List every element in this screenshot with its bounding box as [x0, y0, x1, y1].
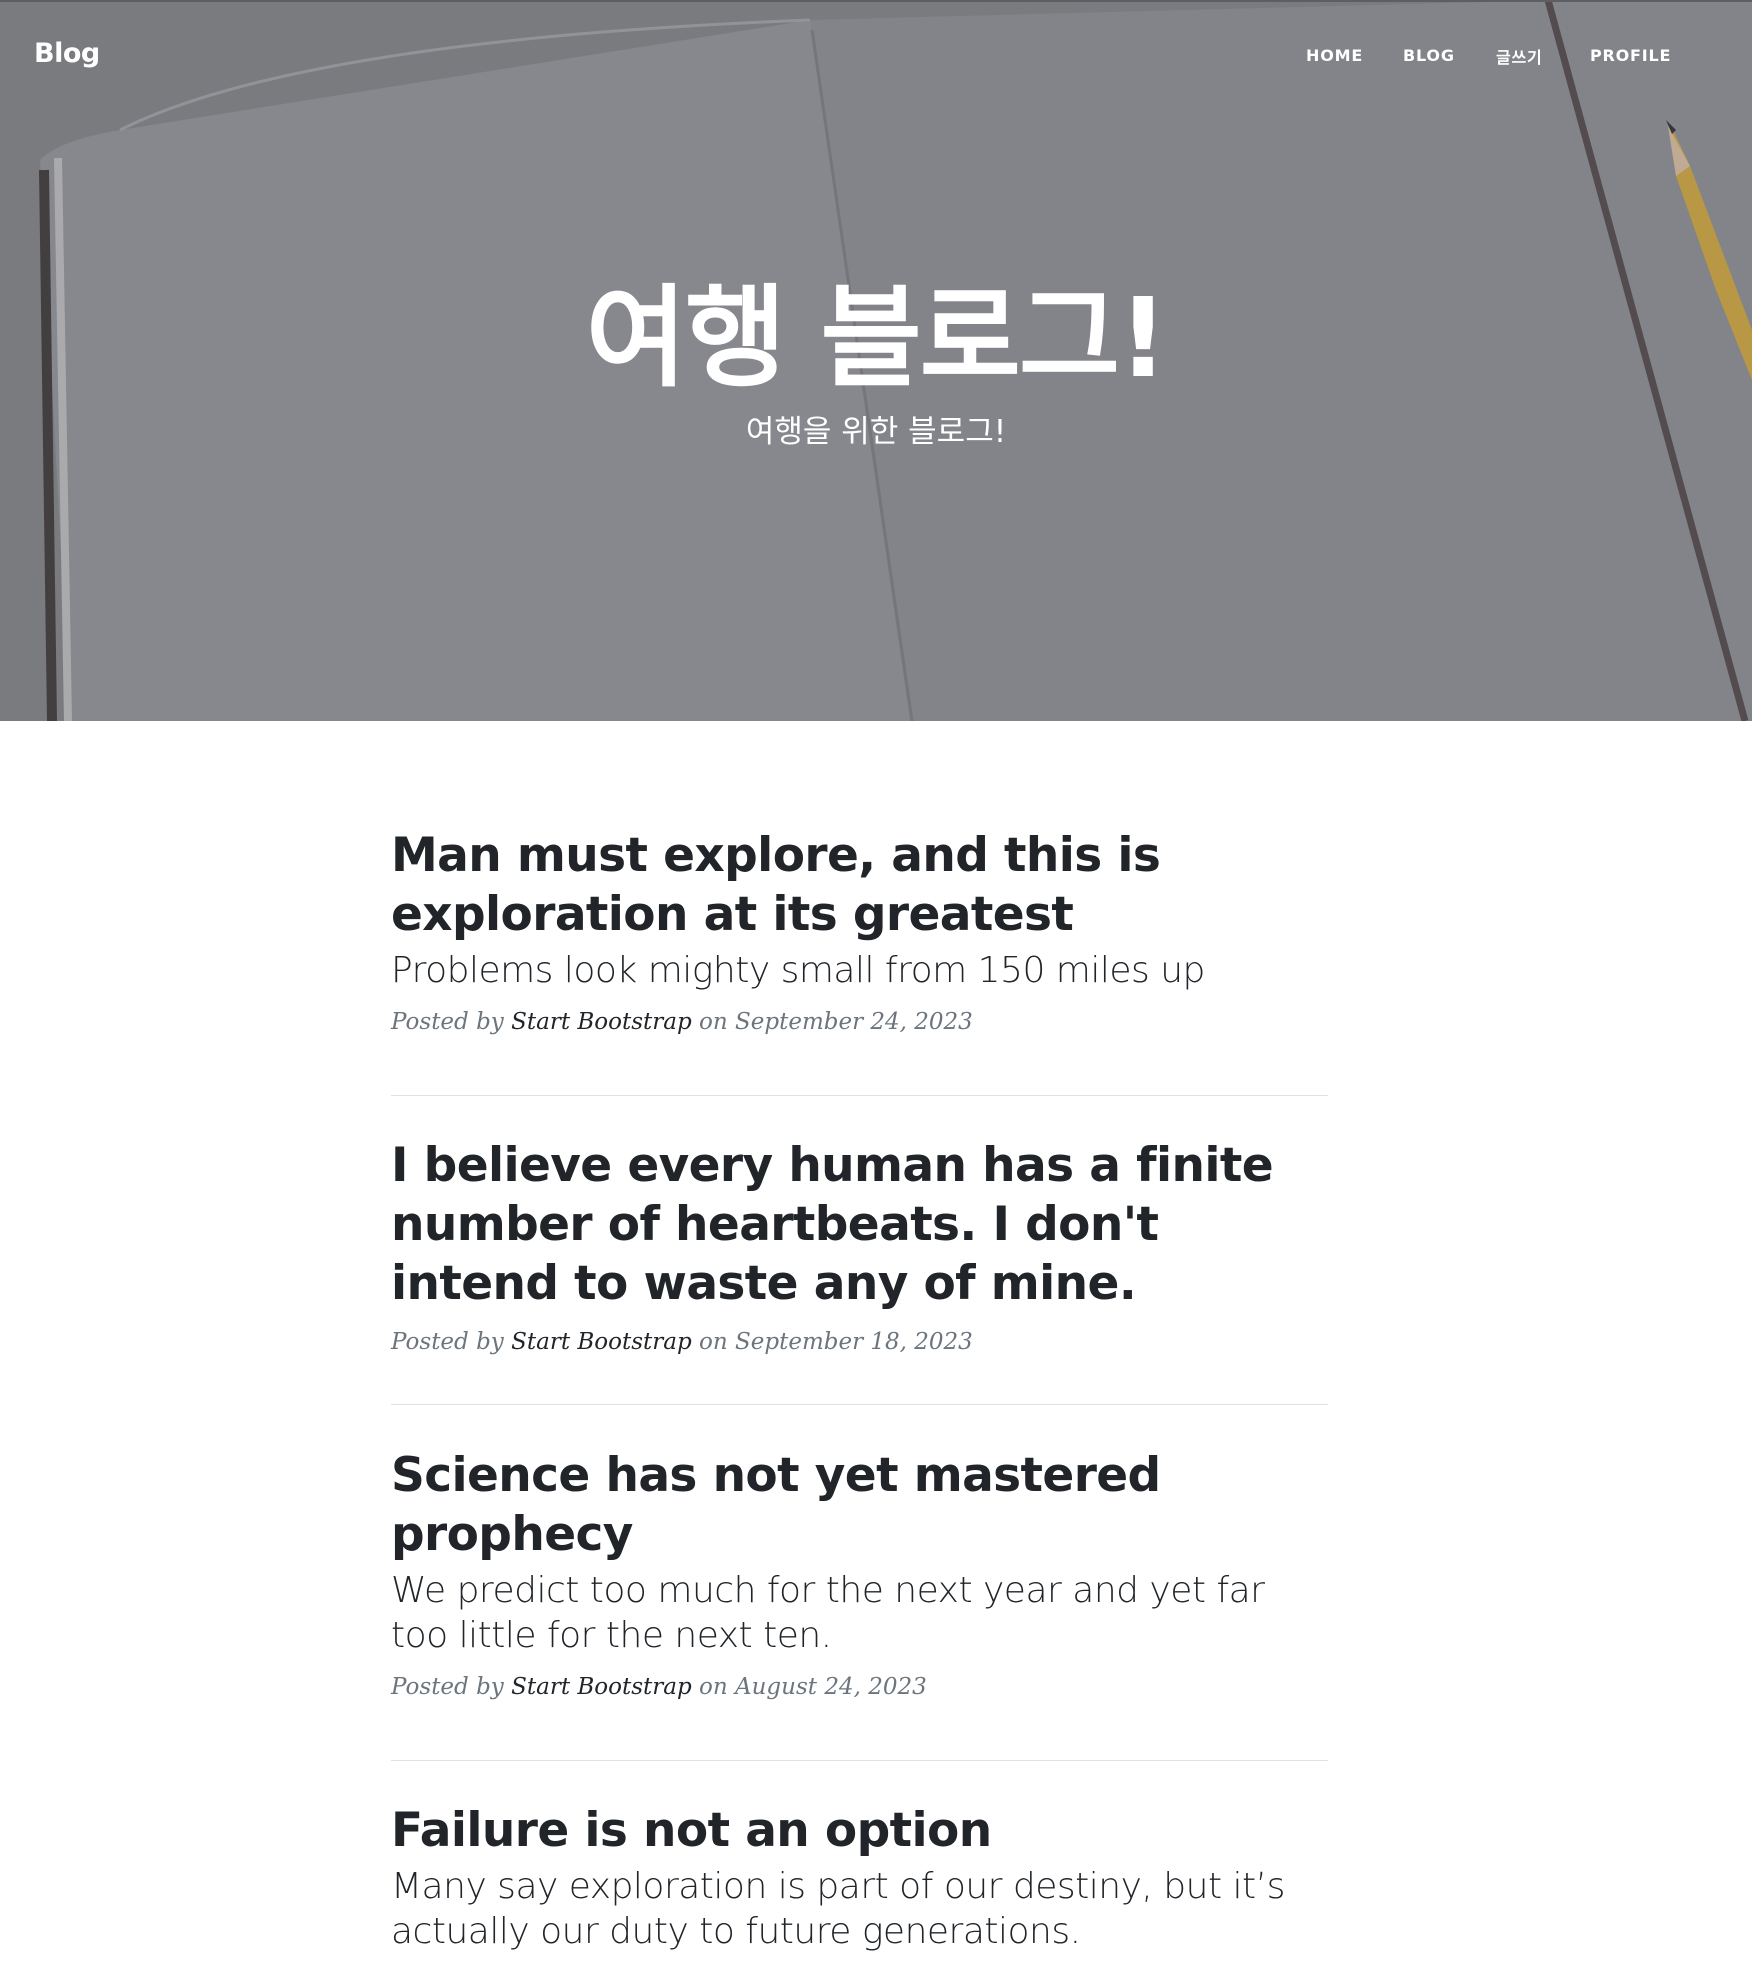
post-meta: Posted by Start Bootstrap on September 2…	[391, 1007, 1328, 1037]
on-label: on	[699, 1329, 728, 1355]
nav-menu: HOME BLOG 글쓰기 PROFILE	[0, 46, 1752, 70]
hero-title: 여행 블로그!	[585, 274, 1168, 402]
post-date: September 18, 2023	[735, 1329, 973, 1355]
post-preview: Science has not yet mastered prophecy We…	[391, 1446, 1328, 1702]
post-title-link[interactable]: Failure is not an option	[391, 1801, 1328, 1860]
post-date: August 24, 2023	[735, 1674, 927, 1700]
posted-by-label: Posted by	[391, 1009, 504, 1035]
post-author-link[interactable]: Start Bootstrap	[511, 1009, 692, 1035]
post-divider	[391, 1404, 1328, 1405]
post-meta: Posted by Start Bootstrap on August 24, …	[391, 1672, 1328, 1702]
nav-link-profile[interactable]: PROFILE	[1590, 46, 1671, 65]
post-title-link[interactable]: Science has not yet mastered prophecy	[391, 1446, 1328, 1564]
on-label: on	[699, 1674, 728, 1700]
hero-subtitle: 여행을 위한 블로그!	[745, 414, 1007, 450]
post-subtitle[interactable]: Problems look mighty small from 150 mile…	[391, 948, 1328, 993]
post-preview: Failure is not an option Many say explor…	[391, 1801, 1328, 1954]
nav-link-blog[interactable]: BLOG	[1403, 46, 1455, 65]
post-title-link[interactable]: Man must explore, and this is exploratio…	[391, 826, 1328, 944]
post-preview: I believe every human has a finite numbe…	[391, 1136, 1328, 1357]
post-date: September 24, 2023	[735, 1009, 973, 1035]
posted-by-label: Posted by	[391, 1329, 504, 1355]
masthead: Blog HOME BLOG 글쓰기 PROFILE 여행 블로그! 여행을 위…	[0, 0, 1752, 721]
post-subtitle[interactable]: Many say exploration is part of our dest…	[391, 1864, 1328, 1954]
on-label: on	[699, 1009, 728, 1035]
nav-link-write[interactable]: 글쓰기	[1496, 44, 1543, 68]
post-meta: Posted by Start Bootstrap on September 1…	[391, 1327, 1328, 1357]
post-divider	[391, 1760, 1328, 1761]
post-title-link[interactable]: I believe every human has a finite numbe…	[391, 1136, 1328, 1313]
post-divider	[391, 1095, 1328, 1096]
main-navbar: Blog HOME BLOG 글쓰기 PROFILE	[0, 0, 1752, 116]
post-preview: Man must explore, and this is exploratio…	[391, 826, 1328, 1037]
posted-by-label: Posted by	[391, 1674, 504, 1700]
post-subtitle[interactable]: We predict too much for the next year an…	[391, 1568, 1328, 1658]
nav-link-home[interactable]: HOME	[1306, 46, 1363, 65]
post-author-link[interactable]: Start Bootstrap	[511, 1329, 692, 1355]
post-author-link[interactable]: Start Bootstrap	[511, 1674, 692, 1700]
